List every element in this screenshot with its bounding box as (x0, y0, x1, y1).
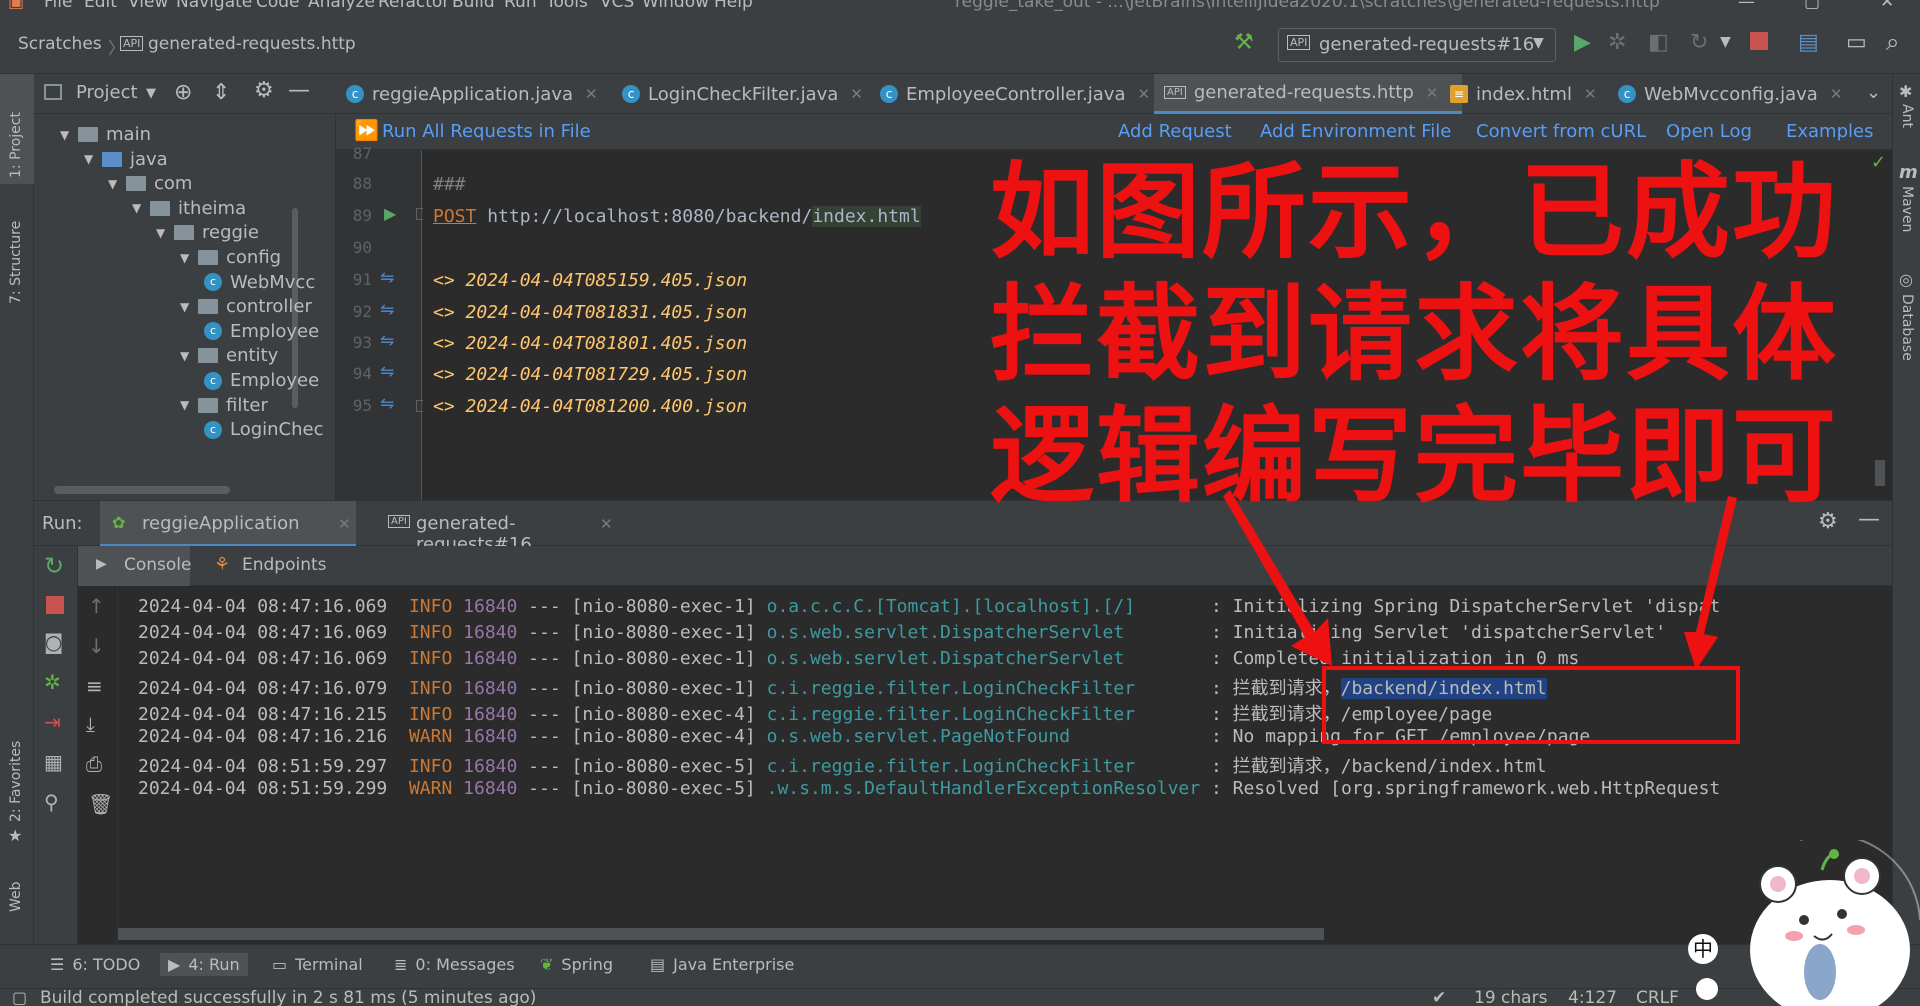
ide-window: ▣ File Edit View Navigate Code Analyze R… (0, 0, 1920, 1006)
annotation-arrow-left (1223, 490, 1332, 666)
ime-toolbar-icon[interactable] (1696, 978, 1718, 1000)
mascot-sticker (1750, 840, 1920, 1006)
annotation-highlight-box (1322, 666, 1740, 744)
ime-mode-indicator[interactable]: 中 (1688, 934, 1718, 964)
annotation-overlay (1223, 490, 1740, 744)
annotation-arrow-right (1684, 496, 1737, 670)
